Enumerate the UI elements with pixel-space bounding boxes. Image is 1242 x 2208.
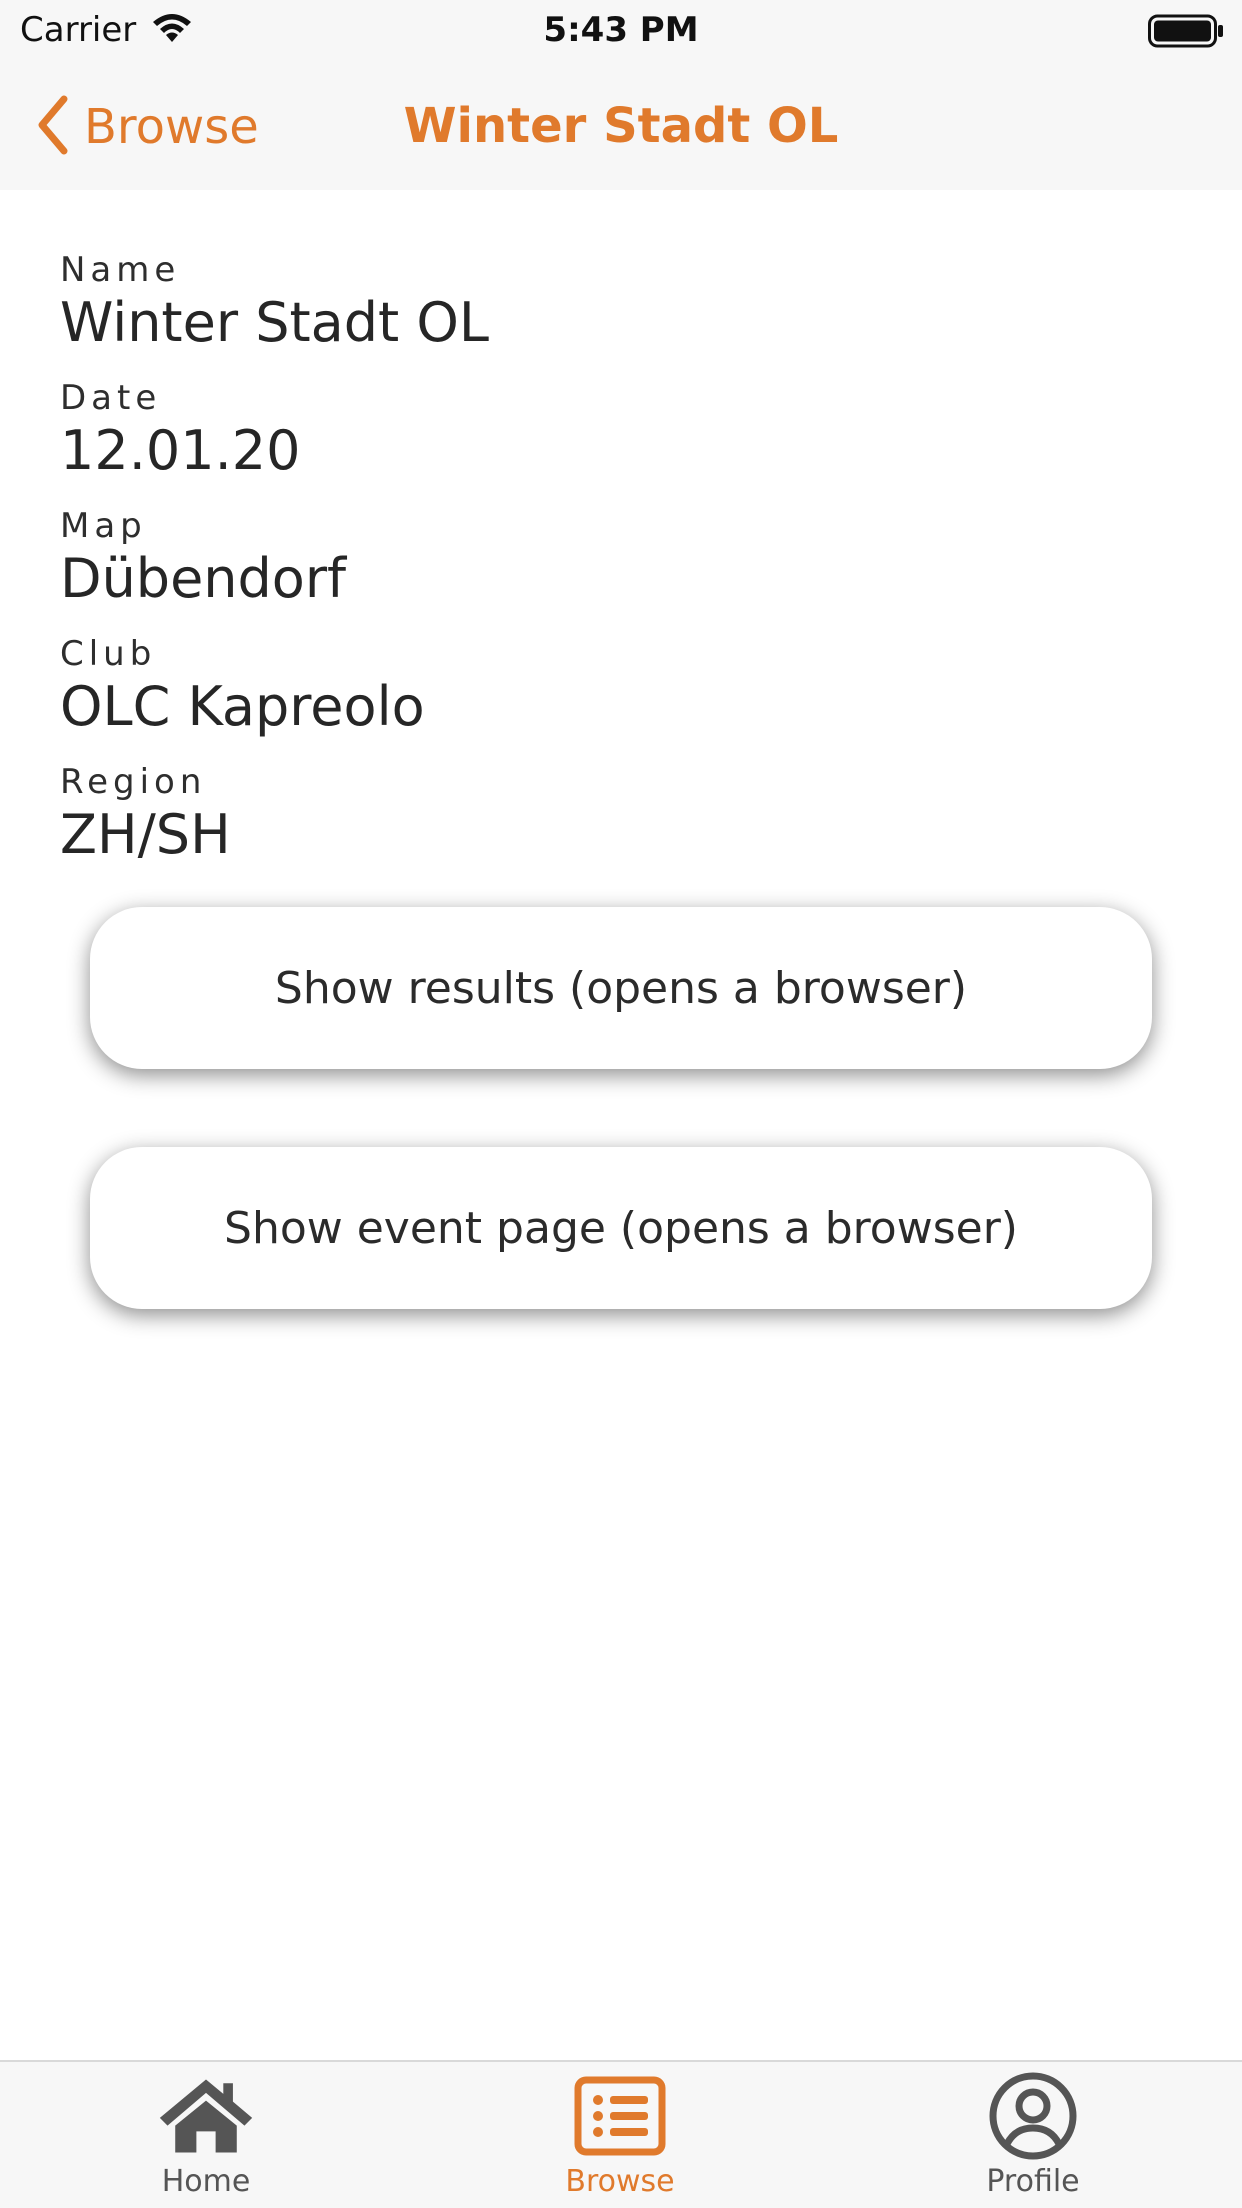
detail-map: Map Dübendorf — [60, 506, 1160, 612]
detail-label: Map — [60, 506, 147, 546]
page-title: Winter Stadt OL — [403, 98, 839, 154]
detail-label: Name — [60, 250, 181, 290]
detail-value: Dübendorf — [60, 547, 347, 610]
tab-browse[interactable]: Browse — [500, 2072, 740, 2208]
status-time: 5:43 PM — [543, 10, 699, 50]
navigation-bar: Browse Winter Stadt OL — [0, 62, 1242, 190]
detail-name: Name Winter Stadt OL — [60, 250, 1160, 356]
detail-label: Region — [60, 762, 207, 802]
detail-date: Date 12.01.20 — [60, 378, 1160, 484]
detail-region: Region ZH/SH — [60, 762, 1160, 868]
detail-label: Date — [60, 378, 162, 418]
tab-home[interactable]: Home — [86, 2072, 326, 2208]
event-details: Name Winter Stadt OL Date 12.01.20 Map D… — [60, 250, 1160, 890]
profile-icon — [983, 2072, 1083, 2160]
detail-value: OLC Kapreolo — [60, 675, 425, 738]
home-icon — [156, 2072, 256, 2160]
status-bar: Carrier 5:43 PM — [0, 0, 1242, 62]
tab-bar: Home Browse Profile — [0, 2060, 1242, 2208]
show-event-page-button[interactable]: Show event page (opens a browser) — [90, 1147, 1152, 1309]
detail-value: 12.01.20 — [60, 419, 301, 482]
battery-icon — [1148, 14, 1224, 52]
tab-home-label: Home — [161, 2164, 251, 2199]
tab-profile-label: Profile — [986, 2164, 1080, 2199]
detail-club: Club OLC Kapreolo — [60, 634, 1160, 740]
detail-value: Winter Stadt OL — [60, 291, 489, 354]
detail-value: ZH/SH — [60, 803, 231, 866]
tab-browse-label: Browse — [565, 2164, 675, 2199]
list-icon — [570, 2072, 670, 2160]
detail-label: Club — [60, 634, 157, 674]
show-results-button[interactable]: Show results (opens a browser) — [90, 907, 1152, 1069]
tab-profile[interactable]: Profile — [913, 2072, 1153, 2208]
